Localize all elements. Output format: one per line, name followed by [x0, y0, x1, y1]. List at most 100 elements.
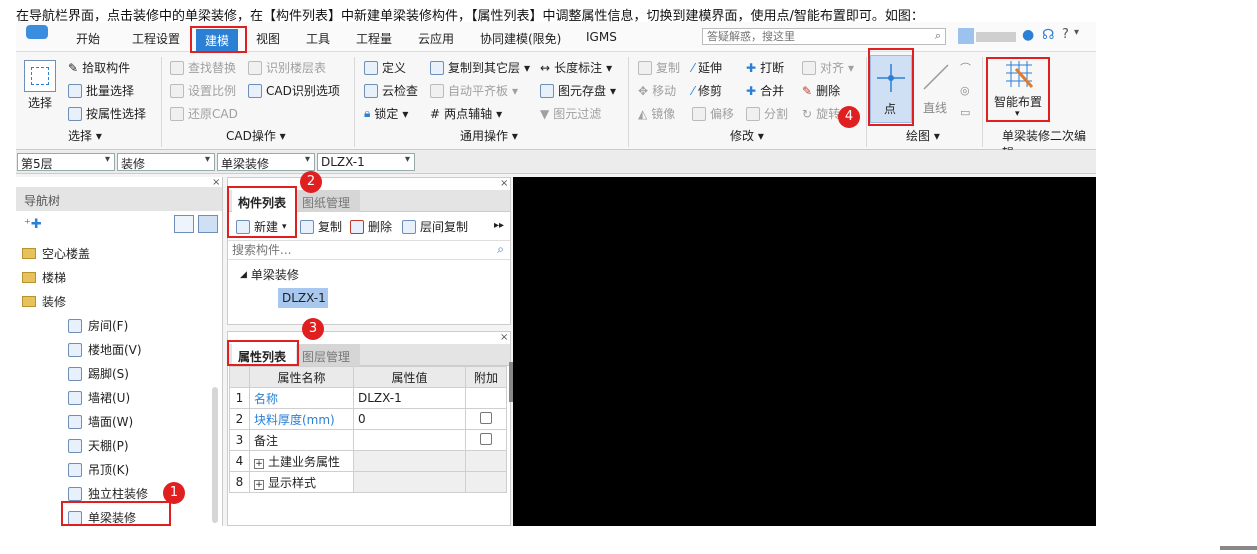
auto-flat-button[interactable]: 自动平齐板 ▾	[430, 82, 518, 99]
nav-item[interactable]: 踢脚(S)	[68, 365, 129, 382]
floor-select[interactable]: 第5层	[17, 153, 115, 171]
select-tool-icon[interactable]	[24, 60, 56, 92]
new-component-button[interactable]: 新建 ▾	[236, 218, 287, 235]
property-value[interactable]: DLZX-1	[353, 387, 466, 409]
floor-copy-button[interactable]: 层间复制	[402, 218, 468, 235]
copy-to-floor-button[interactable]: 复制到其它层 ▾	[430, 59, 530, 76]
merge-button[interactable]: ✚ 合并	[746, 82, 784, 99]
table-row[interactable]: 8 + 显示样式	[229, 471, 507, 493]
line-button[interactable]: 直线	[916, 55, 956, 123]
menu-tab[interactable]: 云应用	[418, 30, 454, 47]
two-point-axis-button[interactable]: # 两点辅轴 ▾	[430, 105, 502, 122]
more-icon[interactable]: ▸▸	[494, 220, 504, 231]
table-row[interactable]: 2 块料厚度(mm) 0	[229, 408, 507, 430]
point-button[interactable]: 点	[870, 55, 912, 123]
component-search[interactable]: ⌕	[228, 240, 510, 260]
property-value[interactable]	[353, 471, 466, 493]
menu-tab[interactable]: IGMS	[586, 30, 617, 44]
extend-button[interactable]: ⁄ 延伸	[692, 59, 722, 76]
identify-floor-button[interactable]: 识别楼层表	[248, 59, 326, 76]
pick-component-button[interactable]: ✎ 拾取构件	[68, 59, 130, 76]
copy-button[interactable]: 复制	[638, 59, 680, 76]
help-search-input[interactable]	[703, 29, 923, 44]
nav-item[interactable]: 装修	[22, 293, 66, 310]
rectangle-icon[interactable]: ▭	[960, 102, 971, 124]
tab-drawing-manage[interactable]: 图纸管理	[298, 190, 360, 212]
expand-icon[interactable]: +	[254, 479, 264, 490]
tree-child-item[interactable]: DLZX-1	[278, 288, 328, 308]
collapse-icon[interactable]: ◢	[240, 270, 247, 280]
menu-tab[interactable]: 工具	[306, 30, 330, 47]
break-button[interactable]: ✚ 打断	[746, 59, 784, 76]
offset-button[interactable]: 偏移	[692, 105, 734, 122]
search-icon[interactable]: ⌕	[935, 29, 941, 43]
select-by-attr-button[interactable]: 按属性选择	[68, 105, 146, 122]
message-icon[interactable]: ●	[1022, 27, 1034, 43]
draw-shape-icons[interactable]: ⌒ ◎ ▭	[960, 58, 971, 124]
split-button[interactable]: 分割	[746, 105, 788, 122]
avatar[interactable]	[958, 28, 974, 44]
table-row[interactable]: 1 名称 DLZX-1	[229, 387, 507, 409]
delete-button[interactable]: ✎ 删除	[802, 82, 840, 99]
list-view-icon[interactable]	[174, 215, 194, 233]
drawing-canvas[interactable]	[513, 177, 1096, 526]
nav-item[interactable]: 墙裙(U)	[68, 389, 130, 406]
property-value[interactable]	[353, 429, 466, 451]
nav-scrollbar[interactable]	[212, 387, 218, 523]
lock-button[interactable]: 🔒︎ 锁定 ▾	[364, 105, 408, 122]
close-icon[interactable]: ×	[500, 178, 508, 189]
menu-tab[interactable]: 协同建模(限免)	[480, 30, 561, 47]
nav-item[interactable]: 单梁装修	[68, 509, 136, 526]
table-row[interactable]: 4 + 土建业务属性	[229, 450, 507, 472]
tab-layer-manage[interactable]: 图层管理	[298, 344, 360, 366]
category-select[interactable]: 装修	[117, 153, 215, 171]
arc-icon[interactable]: ⌒	[960, 58, 971, 80]
search-icon[interactable]: ⌕	[497, 242, 504, 257]
property-value[interactable]: 0	[353, 408, 466, 430]
help-icon[interactable]: ?	[1062, 27, 1069, 42]
headset-icon[interactable]: ☊	[1042, 27, 1054, 43]
component-search-input[interactable]	[228, 241, 478, 259]
menu-tab[interactable]: 工程设置	[132, 30, 180, 47]
menu-tab[interactable]: 工程量	[356, 30, 392, 47]
circle-icon[interactable]: ◎	[960, 80, 971, 102]
page-scrollbar[interactable]	[1220, 546, 1257, 550]
batch-select-button[interactable]: 批量选择	[68, 82, 134, 99]
nav-item[interactable]: 墙面(W)	[68, 413, 133, 430]
elem-filter-button[interactable]: ▼ 图元过滤	[540, 105, 601, 122]
nav-item[interactable]: 楼梯	[22, 269, 66, 286]
set-scale-button[interactable]: 设置比例	[170, 82, 236, 99]
nav-item[interactable]: 吊顶(K)	[68, 461, 129, 478]
mirror-button[interactable]: ◭ 镜像	[638, 105, 675, 122]
tab-property-list[interactable]: 属性列表	[232, 344, 296, 366]
trim-button[interactable]: ⁄ 修剪	[692, 82, 722, 99]
attach-checkbox[interactable]	[480, 411, 492, 424]
nav-item[interactable]: 空心楼盖	[22, 245, 90, 262]
nav-item[interactable]: 楼地面(V)	[68, 341, 142, 358]
table-row[interactable]: 3 备注	[229, 429, 507, 451]
add-icon[interactable]: ⁺✚	[24, 217, 42, 232]
type-select[interactable]: 单梁装修	[217, 153, 315, 171]
find-replace-button[interactable]: 查找替换	[170, 59, 236, 76]
cloud-check-button[interactable]: 云检查	[364, 82, 418, 99]
cad-options-button[interactable]: CAD识别选项	[248, 82, 340, 99]
nav-item[interactable]: 天棚(P)	[68, 437, 129, 454]
help-dropdown-icon[interactable]: ▾	[1074, 27, 1079, 38]
move-button[interactable]: ✥ 移动	[638, 82, 676, 99]
rotate-button[interactable]: ↻ 旋转	[802, 105, 840, 122]
elem-save-button[interactable]: 图元存盘 ▾	[540, 82, 616, 99]
component-select[interactable]: DLZX-1	[317, 153, 415, 171]
menu-tab[interactable]: 开始	[76, 30, 100, 47]
attach-checkbox[interactable]	[480, 432, 492, 445]
nav-item[interactable]: 独立柱装修	[68, 485, 148, 502]
smart-layout-button[interactable]: 智能布置 ▾	[990, 57, 1048, 123]
property-value[interactable]	[353, 450, 466, 472]
tab-component-list[interactable]: 构件列表	[232, 190, 296, 212]
length-mark-button[interactable]: ↔ 长度标注 ▾	[540, 59, 612, 76]
menu-tab[interactable]: 视图	[256, 30, 280, 47]
copy-component-button[interactable]: 复制	[300, 218, 342, 235]
nav-item[interactable]: 房间(F)	[68, 317, 128, 334]
tree-root-item[interactable]: ◢ 单梁装修	[240, 266, 299, 283]
expand-icon[interactable]: +	[254, 458, 264, 469]
menu-tab[interactable]: 建模	[196, 29, 239, 52]
